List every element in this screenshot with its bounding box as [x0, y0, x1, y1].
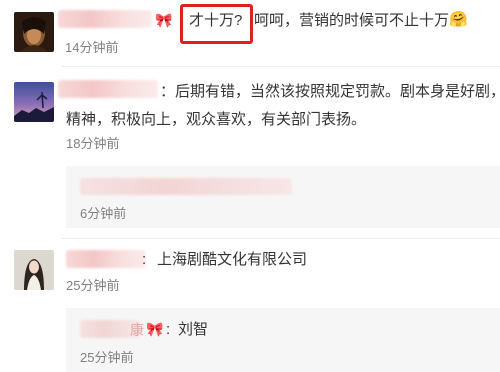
comment-timestamp: 18分钟前 — [66, 136, 120, 151]
redacted-username — [58, 80, 158, 98]
avatar[interactable] — [14, 82, 54, 122]
reply-timestamp: 6分钟前 — [80, 206, 127, 221]
divider — [62, 238, 500, 239]
reply-box: 6分钟前 — [66, 166, 500, 228]
reply-name-fragment: 康 — [130, 322, 144, 338]
avatar[interactable] — [14, 250, 54, 290]
highlight-box — [180, 4, 253, 44]
avatar[interactable] — [14, 12, 54, 52]
comment-timestamp: 25分钟前 — [66, 278, 120, 293]
reply-timestamp: 25分钟前 — [80, 350, 134, 365]
reply-box: 康 🎀 : 刘智 25分钟前 — [66, 308, 500, 372]
comment-text: 上海剧酷文化有限公司 — [157, 251, 308, 268]
emoji: 🎀 — [146, 321, 164, 337]
colon: : — [166, 321, 171, 338]
comment-timestamp: 14分钟前 — [65, 40, 119, 55]
colon: : — [142, 251, 147, 268]
reply-text: 刘智 — [178, 321, 209, 338]
comment-text-line-1: ：后期有错，当然该按照规定罚款。剧本身是好剧， — [160, 83, 500, 100]
comment-item: 🎀 才十万? 呵呵，营销的时候可不止十万 🤗 14分钟前 — [0, 0, 500, 60]
comment-text: 呵呵，营销的时候可不止十万 — [254, 12, 450, 29]
comment-text-line-2: 精神，积极向上，观众喜欢，有关部门表扬。 — [66, 111, 367, 128]
redacted-reply — [80, 178, 292, 195]
emoji: 🎀 — [155, 12, 173, 28]
redacted-username — [58, 10, 152, 28]
comment-item: : 上海剧酷文化有限公司 25分钟前 康 🎀 : 刘智 25分钟前 — [0, 240, 500, 372]
emoji: 🤗 — [449, 11, 468, 28]
redacted-username — [66, 250, 146, 268]
